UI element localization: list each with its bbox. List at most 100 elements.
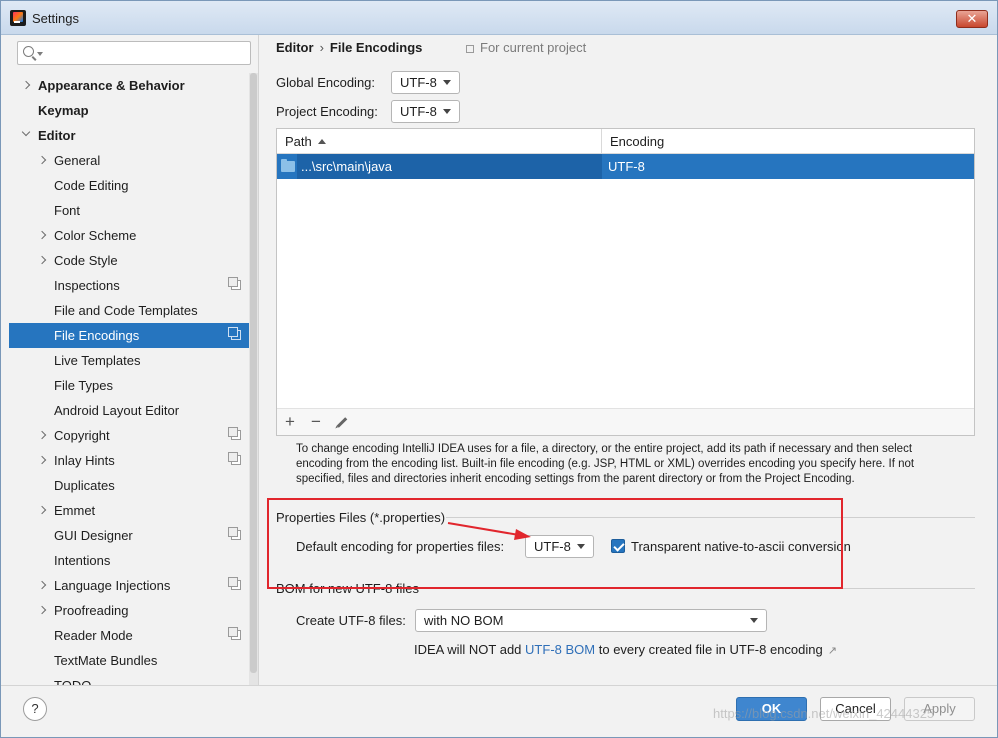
sidebar-item-textmate-bundles[interactable]: TextMate Bundles	[9, 648, 249, 673]
close-icon: ✕	[966, 11, 978, 26]
chevron-right-icon[interactable]	[37, 230, 47, 240]
sidebar-item-language-injections[interactable]: Language Injections	[9, 573, 249, 598]
chevron-right-icon[interactable]	[21, 80, 31, 90]
utf8-bom-link[interactable]: UTF-8 BOM	[525, 642, 595, 657]
edit-path-button[interactable]	[332, 412, 352, 432]
sidebar-item-label: Reader Mode	[54, 628, 133, 643]
column-header-path[interactable]: Path	[277, 129, 602, 154]
sidebar-item-label: Inspections	[54, 278, 120, 293]
project-scope-icon	[228, 277, 241, 290]
sidebar-item-code-editing[interactable]: Code Editing	[9, 173, 249, 198]
sidebar-item-appearance-behavior[interactable]: Appearance & Behavior	[9, 73, 249, 98]
project-scope-icon	[228, 627, 241, 640]
sidebar-item-label: Appearance & Behavior	[38, 78, 185, 93]
breadcrumb-separator: ›	[319, 40, 324, 55]
add-path-button[interactable]: +	[280, 412, 300, 432]
path-cell[interactable]: ...\src\main\java	[297, 154, 602, 179]
bom-note-prefix: IDEA will NOT add	[414, 642, 522, 657]
sidebar-scrollbar-thumb[interactable]	[250, 73, 257, 673]
sidebar-item-file-encodings[interactable]: File Encodings	[9, 323, 249, 348]
external-link-icon: ↗	[827, 645, 837, 657]
dialog-footer: ? OK Cancel Apply https://blog.csdn.net/…	[1, 685, 997, 737]
chevron-down-icon	[443, 109, 451, 114]
chevron-right-icon[interactable]	[37, 155, 47, 165]
chevron-right-icon[interactable]	[37, 255, 47, 265]
sidebar-item-file-types[interactable]: File Types	[9, 373, 249, 398]
sidebar-item-intentions[interactable]: Intentions	[9, 548, 249, 573]
window-close-button[interactable]: ✕	[956, 10, 988, 28]
breadcrumb-editor[interactable]: Editor	[276, 40, 314, 55]
sidebar-item-label: Editor	[38, 128, 76, 143]
encoding-help-text: To change encoding IntelliJ IDEA uses fo…	[296, 443, 915, 485]
sidebar-item-inlay-hints[interactable]: Inlay Hints	[9, 448, 249, 473]
table-toolbar: + −	[277, 408, 974, 435]
column-header-encoding[interactable]: Encoding	[602, 129, 974, 154]
remove-path-button[interactable]: −	[306, 412, 326, 432]
sidebar-item-emmet[interactable]: Emmet	[9, 498, 249, 523]
project-scope-icon	[228, 452, 241, 465]
sidebar-item-font[interactable]: Font	[9, 198, 249, 223]
chevron-right-icon[interactable]	[37, 605, 47, 615]
sidebar-item-label: Color Scheme	[54, 228, 137, 243]
breadcrumb: Editor › File Encodings	[276, 40, 422, 55]
settings-tree: Appearance & Behavior Keymap Editor General…	[9, 73, 249, 685]
table-header: Path Encoding	[277, 129, 974, 154]
sidebar-item-live-templates[interactable]: Live Templates	[9, 348, 249, 373]
sidebar-item-duplicates[interactable]: Duplicates	[9, 473, 249, 498]
pencil-icon	[336, 417, 348, 428]
chevron-down-icon[interactable]	[21, 127, 31, 137]
sidebar-item-keymap[interactable]: Keymap	[9, 98, 249, 123]
sidebar-item-label: Font	[54, 203, 81, 218]
search-icon	[23, 46, 34, 57]
table-row[interactable]: ...\src\main\java UTF-8	[277, 154, 974, 179]
bom-note-suffix: to every created file in UTF-8 encoding	[598, 642, 823, 657]
sidebar-scrollbar[interactable]	[249, 73, 258, 685]
sidebar-item-copyright[interactable]: Copyright	[9, 423, 249, 448]
sidebar-item-gui-designer[interactable]: GUI Designer	[9, 523, 249, 548]
chevron-right-icon[interactable]	[37, 505, 47, 515]
chevron-down-icon	[443, 80, 451, 85]
sidebar-item-file-and-code-templates[interactable]: File and Code Templates	[9, 298, 249, 323]
settings-window: Settings ✕ Appearance & Behavior Keymap Ed…	[0, 0, 998, 738]
sort-ascending-icon	[317, 139, 326, 144]
chevron-right-icon[interactable]	[37, 430, 47, 440]
sidebar-item-label: Language Injections	[54, 578, 171, 593]
help-icon: ?	[31, 701, 39, 716]
project-encoding-select[interactable]: UTF-8	[391, 100, 460, 123]
sidebar-item-label: File Types	[54, 378, 114, 393]
sidebar-item-color-scheme[interactable]: Color Scheme	[9, 223, 249, 248]
scope-hint: For current project	[466, 40, 586, 55]
sidebar-item-editor[interactable]: Editor	[9, 123, 249, 148]
search-history-chevron-icon[interactable]	[37, 52, 43, 56]
sidebar-item-label: TextMate Bundles	[54, 653, 158, 668]
intellij-app-icon	[10, 10, 26, 26]
chevron-right-icon[interactable]	[37, 455, 47, 465]
chevron-right-icon[interactable]	[37, 580, 47, 590]
sidebar-item-reader-mode[interactable]: Reader Mode	[9, 623, 249, 648]
column-header-encoding-label: Encoding	[610, 134, 665, 149]
project-encoding-value: UTF-8	[400, 104, 437, 119]
plus-icon: +	[285, 412, 295, 431]
sidebar-item-code-style[interactable]: Code Style	[9, 248, 249, 273]
watermark: https://blog.csdn.net/weixin_42444325	[713, 706, 935, 721]
sidebar-item-proofreading[interactable]: Proofreading	[9, 598, 249, 623]
settings-sidebar: Appearance & Behavior Keymap Editor General…	[9, 35, 259, 685]
settings-search-input[interactable]	[17, 41, 251, 65]
sidebar-item-android-layout-editor[interactable]: Android Layout Editor	[9, 398, 249, 423]
sidebar-item-inspections[interactable]: Inspections	[9, 273, 249, 298]
help-button[interactable]: ?	[23, 697, 47, 721]
sidebar-item-general[interactable]: General	[9, 148, 249, 173]
sidebar-item-label: Copyright	[54, 428, 110, 443]
encoding-cell[interactable]: UTF-8	[608, 154, 645, 179]
sidebar-item-label: Code Style	[54, 253, 118, 268]
minus-icon: −	[311, 412, 321, 431]
global-encoding-select[interactable]: UTF-8	[391, 71, 460, 94]
sidebar-item-label: Inlay Hints	[54, 453, 115, 468]
column-header-path-label: Path	[285, 134, 312, 149]
sidebar-item-label: Code Editing	[54, 178, 129, 193]
breadcrumb-file-encodings: File Encodings	[329, 40, 423, 55]
project-scope-icon	[228, 327, 241, 340]
sidebar-item-label: Intentions	[54, 553, 111, 568]
create-utf8-select[interactable]: with NO BOM	[415, 609, 767, 632]
sidebar-item-todo[interactable]: TODO	[9, 673, 249, 685]
